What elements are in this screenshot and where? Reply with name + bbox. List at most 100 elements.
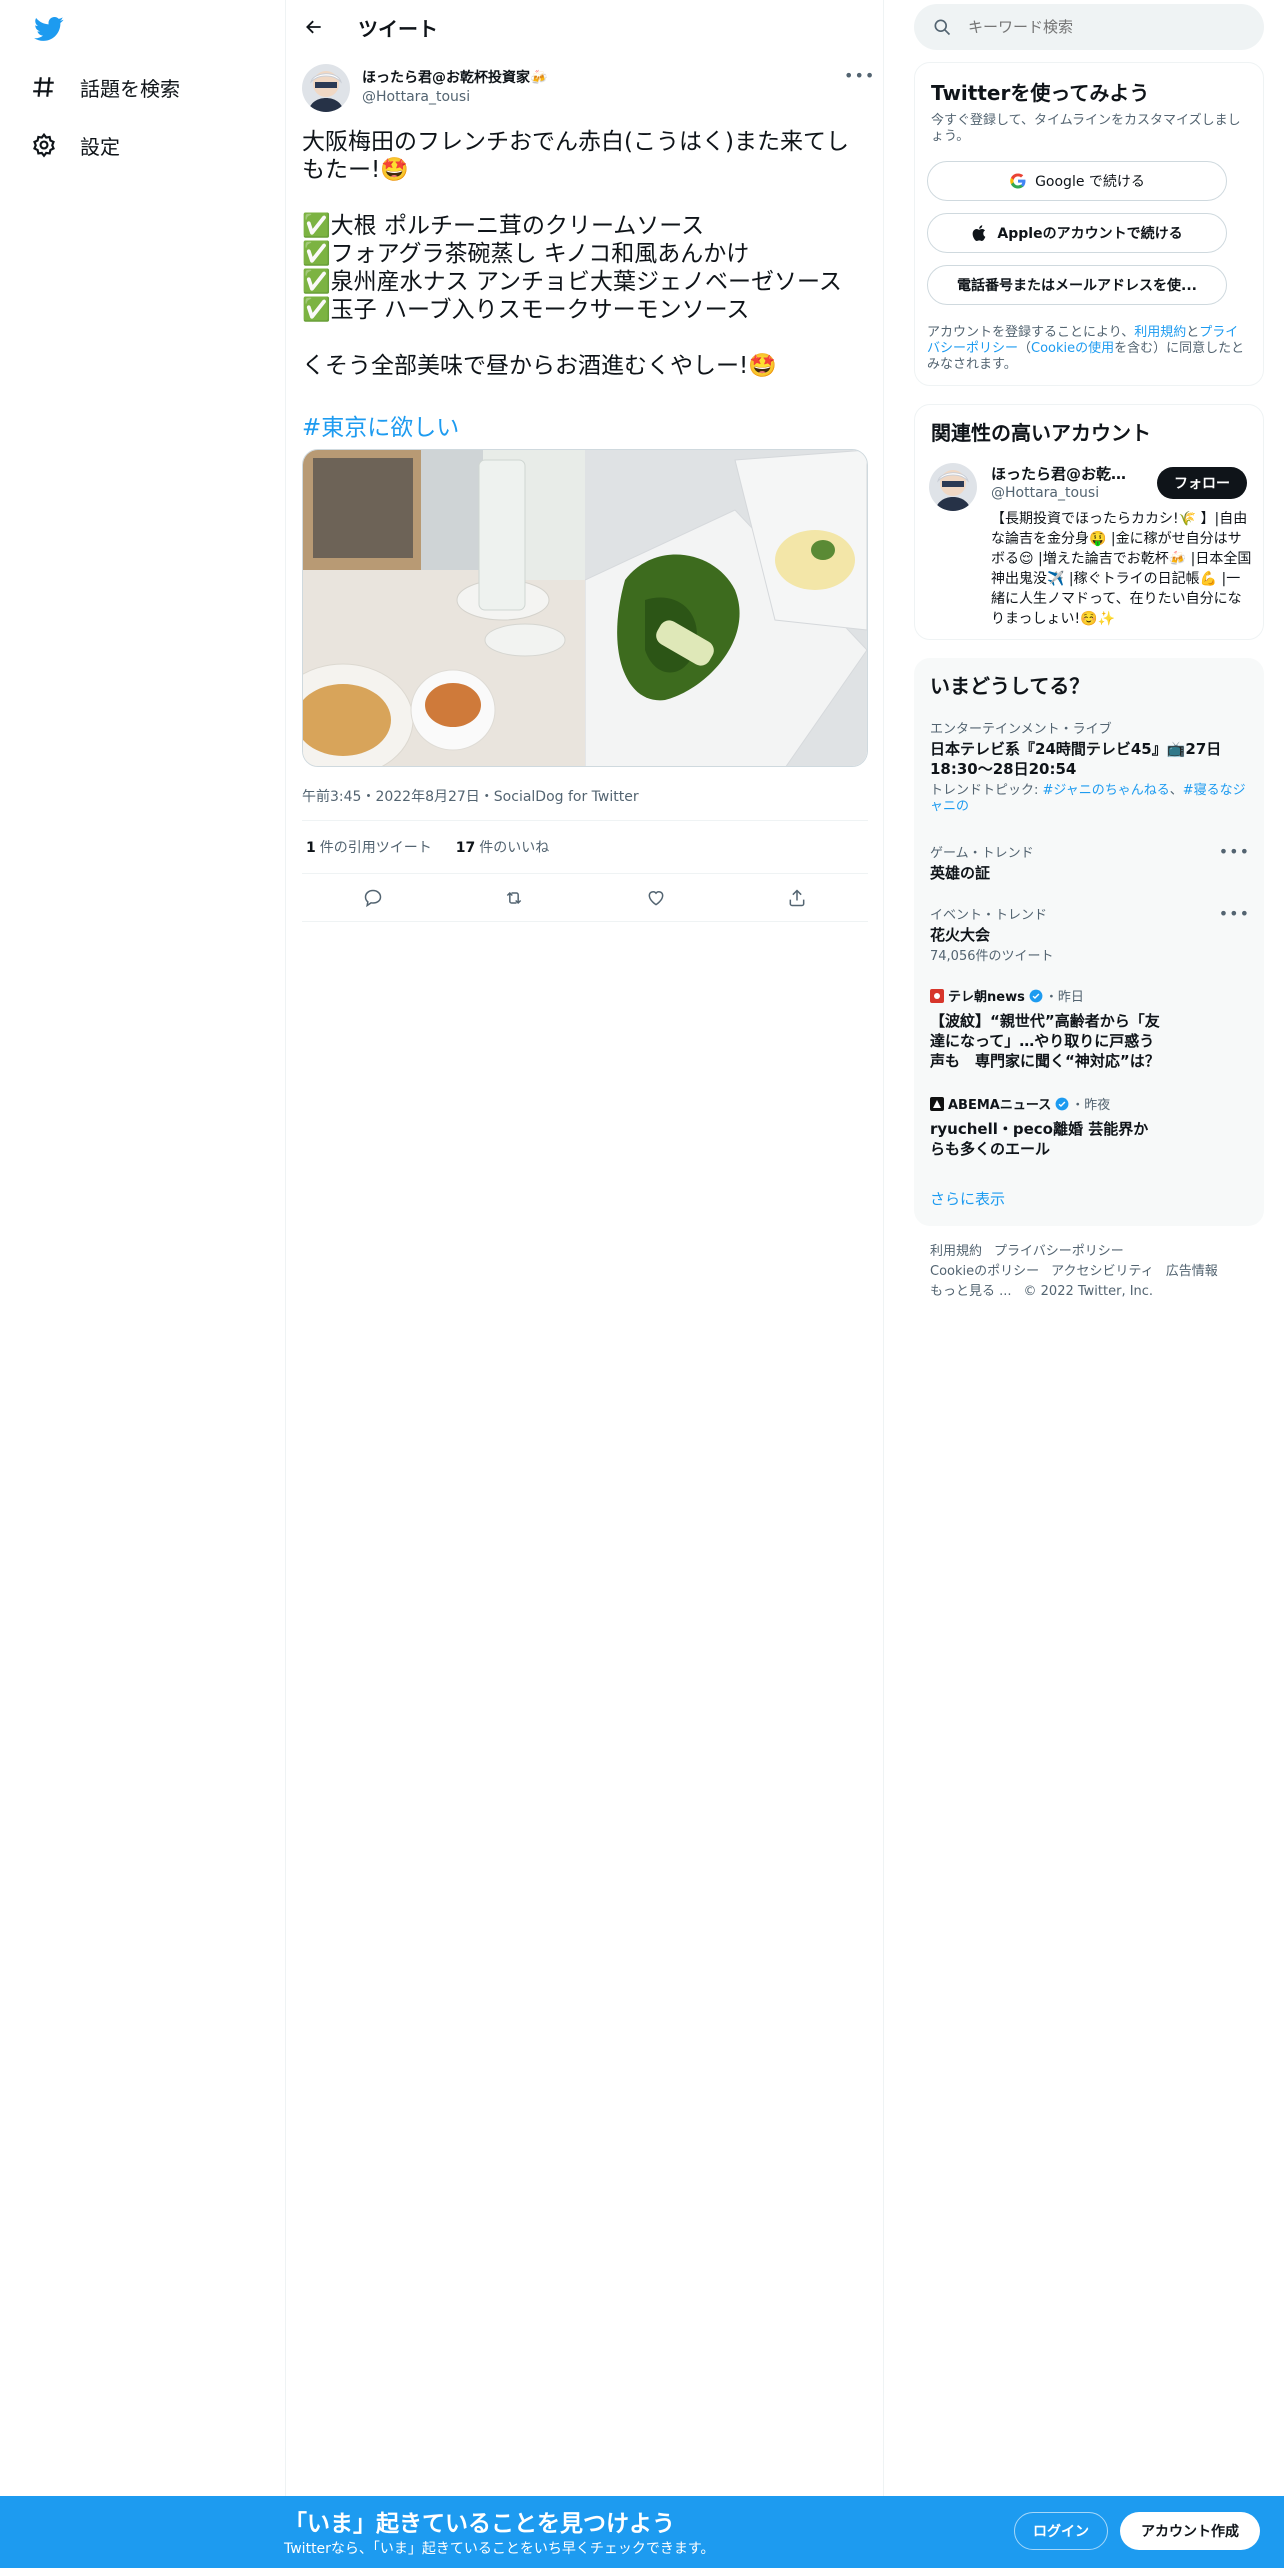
author-name[interactable]: ほったら君@お乾杯投資家🍻 — [362, 67, 547, 87]
phone-email-signup-button[interactable]: 電話番号またはメールアドレスを使... — [927, 265, 1227, 305]
trend-name: 英雄の証 — [930, 864, 991, 882]
tweet-actions — [302, 874, 868, 922]
photo-drinks-and-soup[interactable] — [303, 450, 585, 766]
google-signin-button[interactable]: Google で続ける — [927, 161, 1227, 201]
terms-link[interactable]: 利用規約 — [1134, 325, 1186, 340]
avatar[interactable] — [302, 64, 350, 112]
trend-name: 花火大会 — [930, 926, 991, 944]
news-headline: 【波紋】“親世代”高齢者から「友達になって」…やり取りに戸惑う声も 専門家に聞く… — [930, 1012, 1160, 1070]
gear-icon — [30, 131, 58, 159]
trend-context: エンターテインメント・ライブ — [930, 722, 1112, 737]
reply-icon[interactable] — [356, 881, 390, 915]
news-logo-icon — [930, 1096, 944, 1111]
news-logo-icon — [930, 988, 944, 1003]
footer-ads[interactable]: 広告情報 — [1166, 1264, 1218, 1279]
signup-note: 今すぐ登録して、タイムラインをカスタマイズしましょう。 — [931, 113, 1241, 144]
left-nav: 話題を検索 設定 — [0, 0, 286, 2496]
quote-tweets-stat[interactable]: 1 件の引用ツイート — [306, 837, 432, 857]
nav-settings-label: 設定 — [80, 134, 120, 159]
trend-more-icon[interactable]: ••• — [1219, 842, 1250, 861]
trend-name: 日本テレビ系『24時間テレビ45』📺27日18:30〜28日20:54 — [930, 740, 1222, 778]
quote-count: 1 — [306, 840, 316, 856]
login-button[interactable]: ログイン — [1014, 2512, 1108, 2550]
trend-context: イベント・トレンド — [930, 908, 1048, 923]
banner-title: 「いま」起きていることを見つけよう — [284, 2511, 675, 2537]
nav-explore-label: 話題を検索 — [80, 76, 180, 101]
trend-topic-link[interactable]: #ジャニのちゃんねる — [1043, 783, 1170, 798]
tweet-timestamp[interactable]: 午前3:45・2022年8月27日・SocialDog for Twitter — [302, 786, 639, 806]
apple-signin-label: Appleのアカウントで続ける — [997, 226, 1183, 242]
trends-title: いまどうしてる？ — [930, 674, 1090, 698]
hashtag-link[interactable]: #東京に欲しい — [302, 408, 459, 442]
likes-stat[interactable]: 17 件のいいね — [456, 837, 549, 857]
news-source-name: テレ朝news — [948, 990, 1025, 1005]
legal-pre: アカウントを登録することにより、 — [927, 325, 1135, 340]
cookie-link[interactable]: Cookieの使用 — [1031, 341, 1114, 356]
relevant-account-bio: 【長期投資でほったらカカシ!🌾 】|自由な論吉を金分身🤑 |金に稼がせ自分はサボ… — [991, 511, 1252, 627]
main-column: ツイート ほったら君@お乾杯投資家🍻 @Hottara_tousi ••• 大阪… — [286, 0, 884, 2496]
relevant-accounts-panel: 関連性の高いアカウント ほったら君@お乾杯... @Hottara_tousi … — [914, 404, 1264, 640]
nav-explore[interactable]: 話題を検索 — [30, 67, 180, 107]
news-source-name: ABEMAニュース — [948, 1098, 1052, 1113]
tweet-stats: 1 件の引用ツイート 17 件のいいね — [302, 820, 868, 874]
search-icon — [934, 19, 951, 36]
nav-settings[interactable]: 設定 — [30, 125, 120, 165]
trend-item[interactable]: ゲーム・トレンド 英雄の証 — [930, 842, 1250, 883]
footer-accessibility[interactable]: アクセシビリティ — [1051, 1264, 1154, 1279]
relevant-accounts-title: 関連性の高いアカウント — [931, 421, 1151, 445]
author-handle[interactable]: @Hottara_tousi — [362, 89, 470, 105]
trend-count: 74,056件のツイート — [930, 949, 1054, 964]
back-button[interactable] — [294, 7, 334, 47]
legal-and: と — [1186, 325, 1200, 340]
signup-legal-text: アカウントを登録することにより、利用規約とプライバシーポリシー（Cookieの使… — [927, 325, 1247, 373]
trends-panel: いまどうしてる？ エンターテインメント・ライブ 日本テレビ系『24時間テレビ45… — [914, 658, 1264, 1226]
follow-button[interactable]: フォロー — [1157, 467, 1247, 499]
news-source: テレ朝news ・昨日 — [930, 986, 1250, 1005]
signup-button[interactable]: アカウント作成 — [1120, 2512, 1260, 2550]
tweet-author: ほったら君@お乾杯投資家🍻 @Hottara_tousi ••• — [302, 64, 874, 112]
search-input[interactable] — [968, 18, 1248, 36]
search-box — [914, 4, 1264, 50]
footer-cookie[interactable]: Cookieのポリシー — [930, 1264, 1039, 1279]
more-options-icon[interactable]: ••• — [844, 66, 874, 86]
legal-cookie-pre: （ — [1018, 341, 1032, 356]
footer-copyright: © 2022 Twitter, Inc. — [1023, 1284, 1154, 1299]
trend-topics-sep: 、 — [1169, 783, 1183, 798]
photo-eggplant-genovese[interactable] — [584, 450, 867, 766]
trend-topics-pre: トレンドトピック: — [930, 783, 1043, 798]
news-source: ABEMAニュース ・昨夜 — [930, 1094, 1250, 1113]
banner-subtitle: Twitterなら、「いま」起きていることをいち早くチェックできます。 — [284, 2541, 715, 2557]
trend-item[interactable]: エンターテインメント・ライブ 日本テレビ系『24時間テレビ45』📺27日18:3… — [930, 718, 1250, 815]
news-time: ・昨日 — [1044, 990, 1084, 1005]
tweet-text: 大阪梅田のフレンチおでん赤白(こうはく)また来てしもたー!🤩 ✅大根 ポルチーニ… — [302, 129, 849, 379]
share-icon[interactable] — [780, 881, 814, 915]
relevant-account-handle[interactable]: @Hottara_tousi — [991, 485, 1099, 501]
footer-links: 利用規約 プライバシーポリシー Cookieのポリシー アクセシビリティ 広告情報 も… — [930, 1242, 1260, 1302]
news-item[interactable]: テレ朝news ・昨日 【波紋】“親世代”高齢者から「友達になって」…やり取りに… — [930, 986, 1250, 1071]
google-icon — [1010, 173, 1026, 189]
trend-context: ゲーム・トレンド — [930, 846, 1034, 861]
retweet-icon[interactable] — [497, 881, 531, 915]
phone-email-signup-label: 電話番号またはメールアドレスを使... — [957, 278, 1197, 294]
relevant-account-name[interactable]: ほったら君@お乾杯... — [991, 463, 1141, 484]
page-title: ツイート — [358, 16, 438, 41]
hashtag-icon — [30, 73, 58, 101]
news-time: ・昨夜 — [1071, 1098, 1111, 1113]
verified-badge-icon — [1029, 989, 1043, 1002]
trend-topics: トレンドトピック: #ジャニのちゃんねる、#寝るなジャニの — [930, 783, 1250, 815]
footer-privacy[interactable]: プライバシーポリシー — [994, 1244, 1124, 1259]
like-count: 17 — [455, 840, 476, 856]
show-more-link[interactable]: さらに表示 — [930, 1188, 1005, 1209]
footer-more[interactable]: もっと見る ... — [930, 1284, 1012, 1299]
quote-label: 件の引用ツイート — [319, 840, 432, 856]
footer-terms[interactable]: 利用規約 — [930, 1244, 982, 1259]
avatar[interactable] — [929, 463, 977, 511]
signup-panel-title: Twitterを使ってみよう — [931, 81, 1150, 105]
apple-signin-button[interactable]: Appleのアカウントで続ける — [927, 213, 1227, 253]
twitter-bird-icon[interactable] — [32, 14, 66, 44]
trend-more-icon[interactable]: ••• — [1219, 904, 1250, 923]
news-item[interactable]: ABEMAニュース ・昨夜 ryuchell・peco離婚 芸能界からも多くのエ… — [930, 1094, 1250, 1159]
page-header: ツイート — [286, 0, 884, 54]
trend-item[interactable]: イベント・トレンド 花火大会 74,056件のツイート — [930, 904, 1250, 965]
like-icon[interactable] — [639, 881, 673, 915]
